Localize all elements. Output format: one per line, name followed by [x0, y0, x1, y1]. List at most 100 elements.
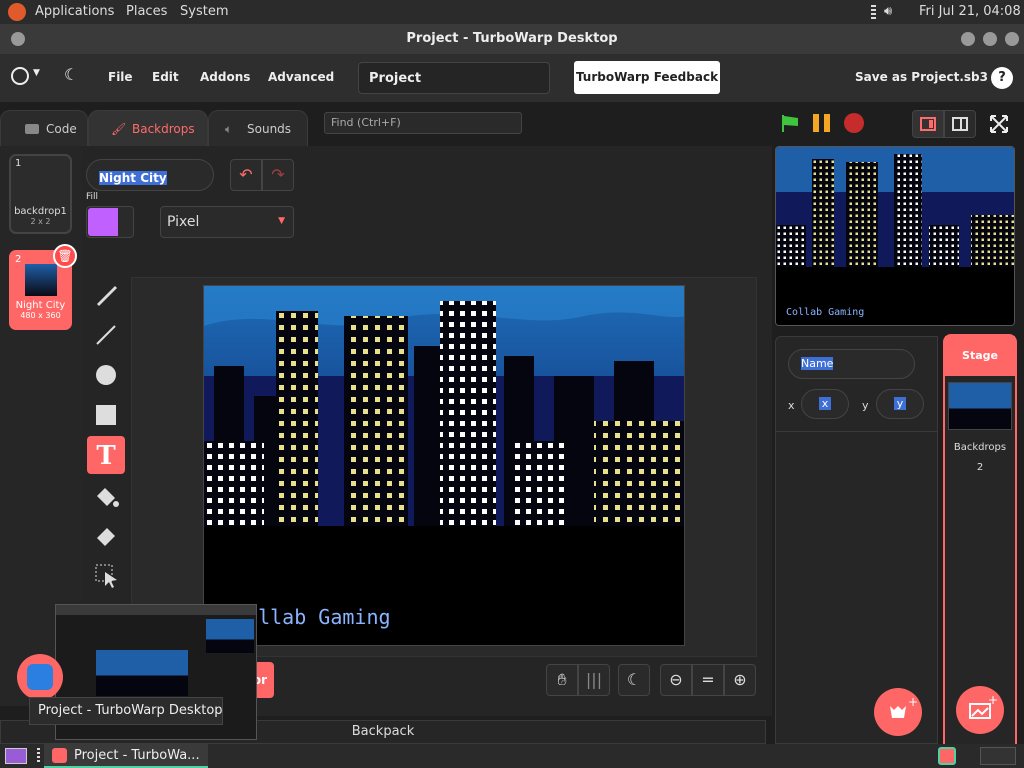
add-backdrop-button[interactable]: + — [956, 686, 1004, 734]
taskbar-item-label: Project - TurboWa... — [74, 748, 200, 763]
mode-value: Pixel — [167, 214, 200, 230]
backdrops-label: Backdrops — [953, 442, 1007, 453]
stage-caption: Collab Gaming — [786, 307, 864, 318]
tray-app-icon[interactable] — [938, 747, 956, 765]
applications-menu[interactable]: Applications — [35, 4, 114, 19]
brush-tool[interactable] — [87, 276, 125, 314]
eraser-tool[interactable] — [87, 516, 125, 554]
costume-name-input[interactable]: Night City — [86, 159, 214, 191]
feedback-button[interactable]: TurboWarp Feedback — [574, 61, 720, 94]
stop-icon[interactable] — [844, 113, 864, 133]
redo-button[interactable]: ↷ — [262, 159, 294, 191]
x-value: x — [818, 397, 832, 410]
tab-sounds-label: Sounds — [247, 122, 292, 136]
backdrops-count: 2 — [976, 462, 984, 473]
x-label: x — [788, 399, 795, 412]
network-icon[interactable] — [871, 5, 876, 19]
select-tool[interactable] — [87, 556, 125, 594]
tab-backdrops[interactable]: 🖌︎ Backdrops — [88, 110, 208, 146]
line-tool[interactable] — [87, 316, 125, 354]
svg-text:+: + — [908, 695, 918, 709]
help-button[interactable]: ? — [991, 67, 1013, 89]
file-menu[interactable]: File — [108, 70, 133, 84]
bottom-taskbar: Project - TurboWa... — [0, 744, 1024, 768]
costume-item-night-city[interactable]: 2 Night City 480 x 360 🗑︎ — [9, 244, 77, 330]
fill-label: Fill — [86, 192, 99, 202]
stage-preview[interactable]: Collab Gaming — [775, 146, 1015, 326]
chevron-down-icon[interactable]: ▼ — [33, 68, 40, 78]
stage-artwork: Collab Gaming — [776, 147, 1014, 325]
grab-hand-icon[interactable]: ✋︎ — [546, 664, 578, 696]
mode-dropdown[interactable]: Pixel ▼ — [160, 206, 294, 238]
svg-text:+: + — [988, 693, 998, 707]
paint-canvas[interactable]: Collab Gaming — [203, 285, 685, 646]
find-input[interactable]: Find (Ctrl+F) — [324, 112, 522, 134]
fill-color-swatch[interactable] — [86, 206, 134, 238]
places-menu[interactable]: Places — [126, 4, 167, 19]
app-launcher-icon[interactable] — [17, 654, 63, 700]
taskbar-handle — [37, 748, 40, 764]
tab-sounds[interactable]: 🔈︎ Sounds — [208, 110, 308, 146]
y-input[interactable]: y — [876, 389, 924, 419]
title-bar: Project - TurboWarp Desktop — [0, 24, 1024, 54]
taskbar-item-turbowarp[interactable]: Project - TurboWa... — [44, 744, 208, 768]
top-panel: Applications Places System 🔊︎ Fri Jul 21… — [0, 0, 1024, 24]
caret-down-icon: ▼ — [278, 216, 285, 226]
costume-name-value: Night City — [99, 171, 167, 185]
minimize-button[interactable] — [961, 32, 975, 46]
show-desktop-icon[interactable] — [5, 748, 27, 764]
canvas-theme-icon[interactable]: ☾ — [618, 664, 650, 696]
tab-code-label: Code — [46, 122, 77, 136]
window-title: Project - TurboWarp Desktop — [406, 31, 618, 46]
clock[interactable]: Fri Jul 21, 04:08 — [919, 4, 1021, 19]
fullscreen-icon[interactable] — [988, 113, 1010, 135]
maximize-button[interactable] — [983, 32, 997, 46]
ubuntu-logo-icon[interactable] — [8, 3, 26, 21]
zoom-in-icon[interactable]: ⊕ — [724, 664, 756, 696]
zoom-reset-icon[interactable]: = — [692, 664, 724, 696]
tab-backdrops-label: Backdrops — [132, 122, 195, 136]
close-button[interactable] — [1005, 32, 1019, 46]
zoom-out-icon[interactable]: ⊖ — [660, 664, 692, 696]
text-tool[interactable]: T — [87, 436, 125, 474]
rectangle-tool[interactable] — [87, 396, 125, 434]
sprite-info-pane: Name x x y y — [775, 336, 938, 432]
delete-costume-icon[interactable]: 🗑︎ — [53, 244, 77, 268]
code-icon — [25, 124, 39, 134]
x-input[interactable]: x — [801, 389, 849, 419]
canvas-text: Collab Gaming — [234, 605, 391, 629]
volume-icon[interactable]: 🔊︎ — [884, 4, 892, 19]
theme-moon-icon[interactable]: ☾ — [64, 65, 78, 84]
stage-pane-header: Stage — [945, 336, 1015, 376]
system-menu[interactable]: System — [180, 4, 228, 19]
tooltip-text: Project - TurboWarp Desktop — [38, 703, 223, 718]
costume-name: backdrop1 — [14, 206, 67, 217]
large-stage-button[interactable] — [944, 110, 976, 138]
add-sprite-button[interactable]: + — [874, 688, 922, 736]
speaker-icon: 🔈︎ — [225, 122, 233, 136]
project-title-input[interactable]: Project — [358, 62, 550, 94]
pause-icon[interactable] — [812, 113, 832, 133]
undo-button[interactable]: ↶ — [230, 159, 262, 191]
bitmap-toggle-icon[interactable]: ||| — [578, 664, 610, 696]
small-stage-button[interactable] — [912, 110, 944, 138]
y-label: y — [862, 399, 869, 412]
save-button[interactable]: Save as Project.sb3 — [855, 70, 988, 84]
sprite-name-placeholder: Name — [801, 357, 834, 370]
tab-code[interactable]: Code — [0, 110, 88, 146]
sprite-name-input[interactable]: Name — [788, 349, 915, 379]
costume-thumbnail — [25, 264, 57, 296]
edit-menu[interactable]: Edit — [152, 70, 179, 84]
costume-item-backdrop1[interactable]: 1 backdrop1 2 x 2 — [9, 154, 72, 234]
costume-index: 1 — [15, 158, 22, 169]
addons-menu[interactable]: Addons — [200, 70, 250, 84]
green-flag-icon[interactable] — [780, 113, 800, 133]
brush-icon: 🖌︎ — [111, 122, 127, 136]
turbowarp-app-icon — [52, 748, 67, 763]
night-city-artwork: Collab Gaming — [204, 286, 684, 645]
advanced-menu[interactable]: Advanced — [268, 70, 334, 84]
fill-bucket-tool[interactable] — [87, 476, 125, 514]
language-globe-icon[interactable] — [11, 67, 29, 85]
circle-tool[interactable] — [87, 356, 125, 394]
workspace-switcher[interactable] — [980, 747, 1016, 765]
